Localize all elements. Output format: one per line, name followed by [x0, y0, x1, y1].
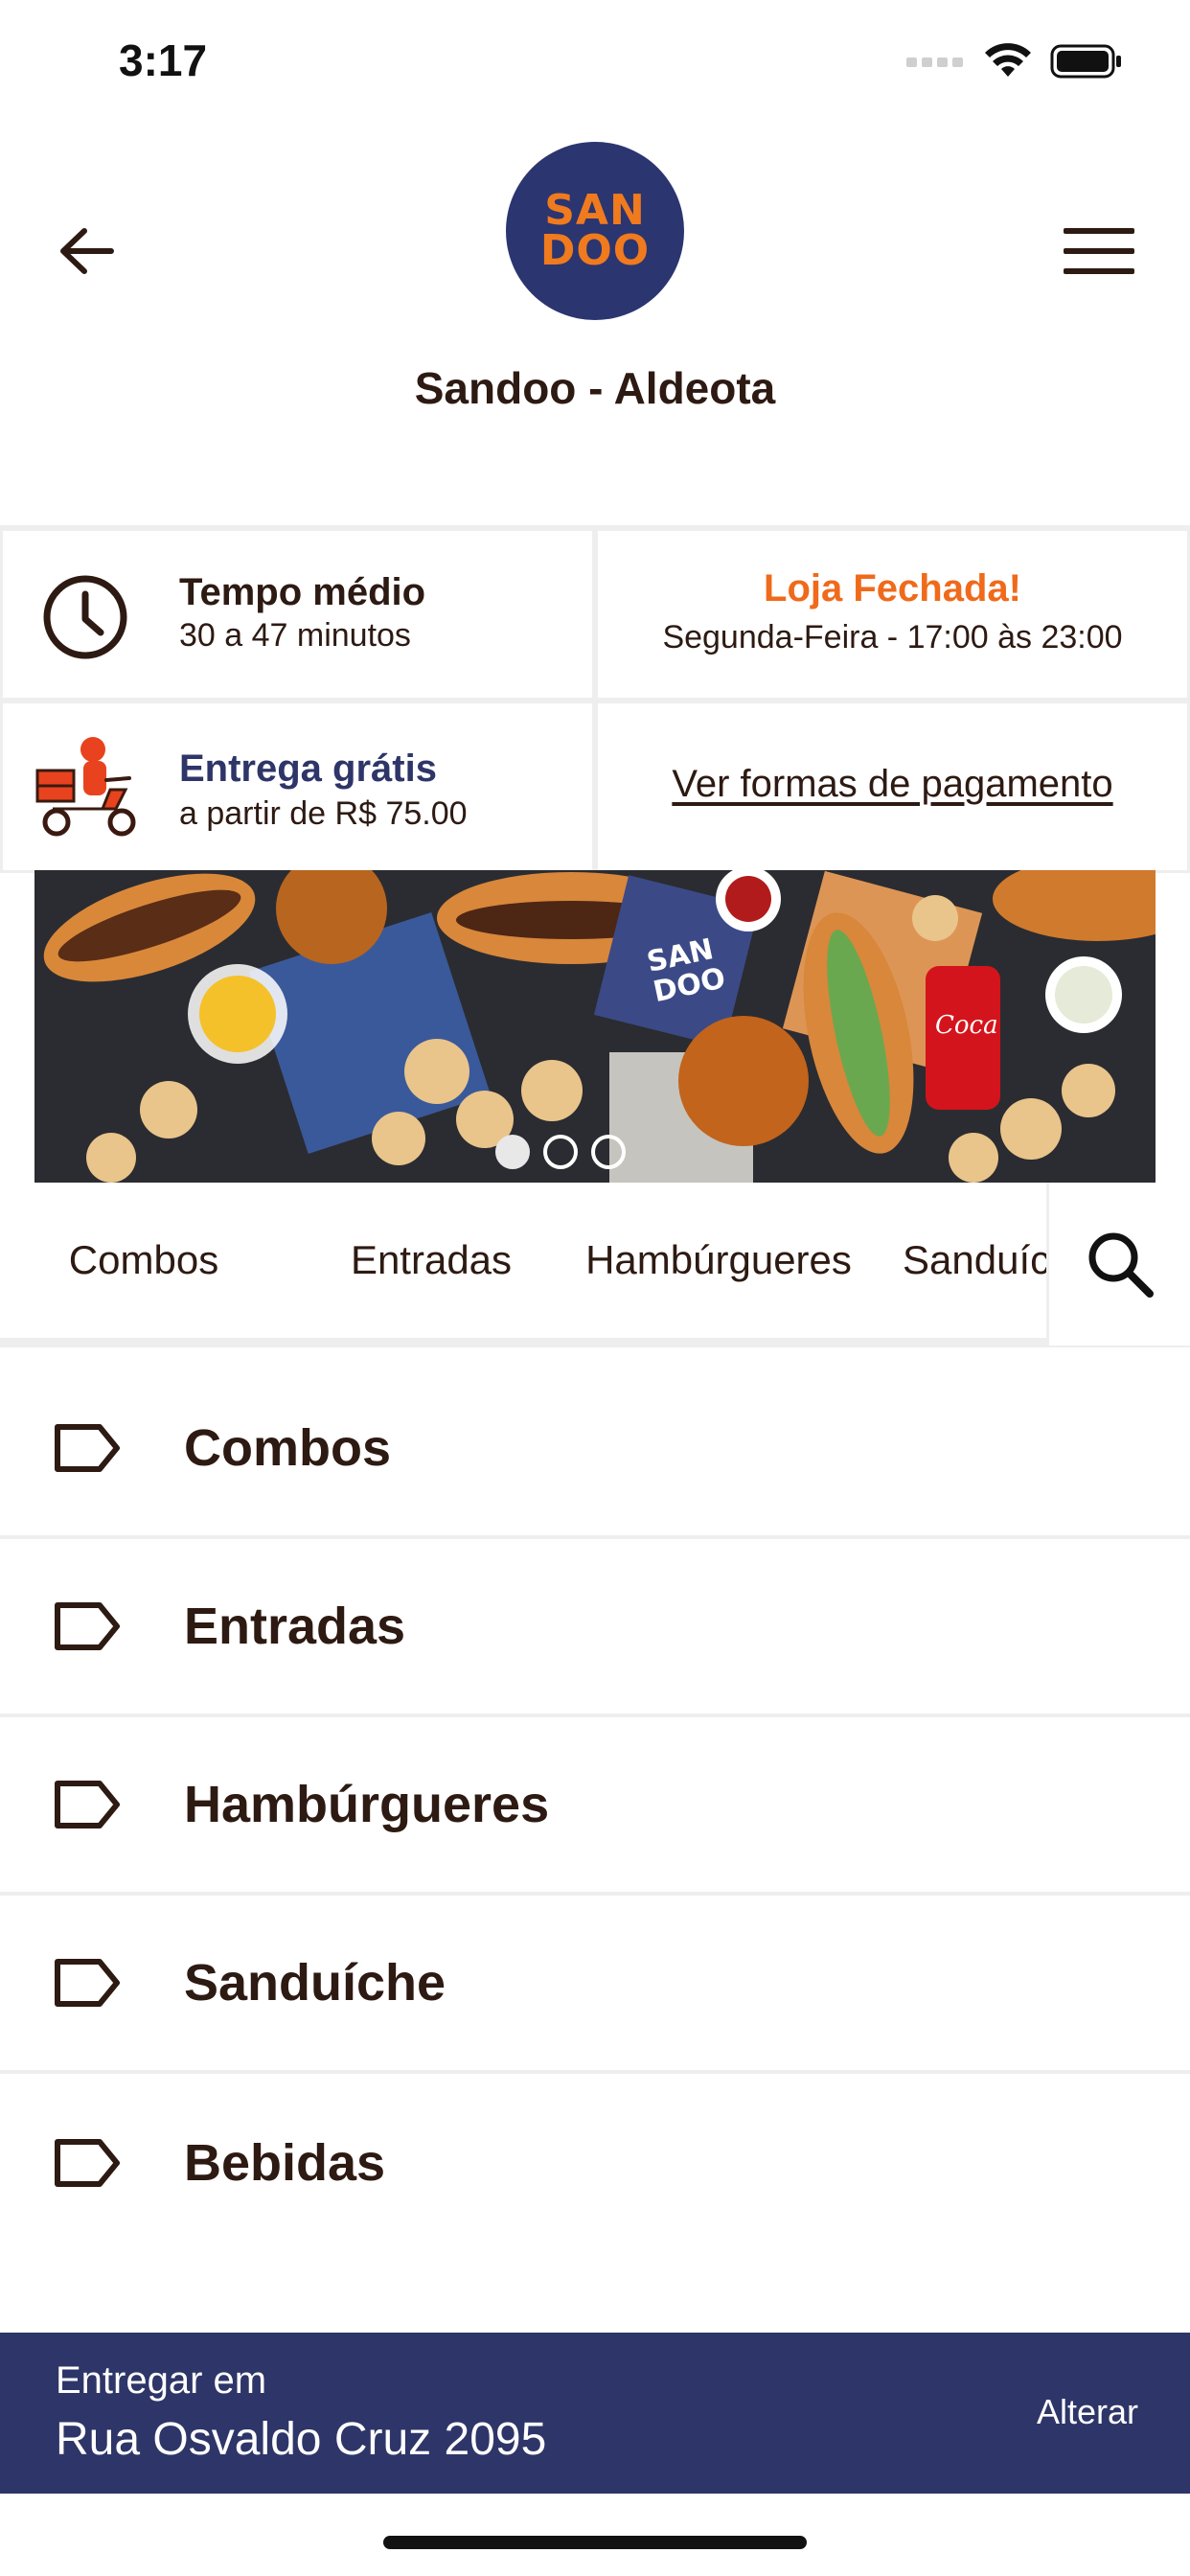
delivery-scooter-icon: [35, 737, 136, 837]
store-info-grid: Tempo médio 30 a 47 minutos Loja Fechada…: [0, 525, 1190, 873]
carousel-dot-1[interactable]: [495, 1135, 530, 1169]
delivery-minimum: a partir de R$ 75.00: [179, 795, 468, 832]
tab-sanduiche[interactable]: Sanduíche: [881, 1183, 1046, 1338]
logo-text-top: SAN: [544, 186, 646, 235]
wifi-icon: [985, 43, 1031, 77]
tab-hamburgueres[interactable]: Hambúrgueres: [575, 1183, 862, 1338]
carousel-dot-3[interactable]: [591, 1135, 626, 1169]
delivery-title: Entrega grátis: [179, 748, 437, 790]
battery-icon: [1050, 44, 1121, 79]
hamburger-menu-icon: [1064, 228, 1134, 274]
carousel-dot-2[interactable]: [543, 1135, 578, 1169]
avg-time-value: 30 a 47 minutos: [179, 617, 411, 654]
category-label: Entradas: [184, 1598, 406, 1655]
category-label: Bebidas: [184, 2134, 386, 2192]
carousel-dots: [0, 1135, 1156, 1169]
tab-combos[interactable]: Combos: [19, 1183, 268, 1338]
payment-methods-link[interactable]: Ver formas de pagamento: [598, 763, 1187, 806]
clock-icon: [43, 575, 127, 659]
category-item-combos[interactable]: Combos: [0, 1361, 1190, 1539]
menu-button[interactable]: [1056, 213, 1142, 289]
delivery-address: Rua Osvaldo Cruz 2095: [56, 2414, 547, 2465]
status-icons: [906, 42, 1123, 80]
store-logo: SAN DOO: [506, 142, 684, 320]
store-hours: Segunda-Feira - 17:00 às 23:00: [662, 619, 1123, 656]
tag-icon: [55, 2139, 120, 2187]
category-item-bebidas[interactable]: Bebidas: [0, 2074, 1190, 2252]
category-label: Sanduíche: [184, 1954, 446, 2012]
category-item-sanduiche[interactable]: Sanduíche: [0, 1896, 1190, 2074]
category-tabs: Combos Entradas Hambúrgueres Sanduíche: [0, 1183, 1190, 1347]
category-item-entradas[interactable]: Entradas: [0, 1539, 1190, 1717]
search-button[interactable]: [1046, 1183, 1190, 1346]
tab-entradas[interactable]: Entradas: [307, 1183, 556, 1338]
signal-icon: [906, 58, 963, 67]
category-label: Combos: [184, 1419, 391, 1477]
store-name: Sandoo - Aldeota: [414, 363, 776, 413]
delivery-cell: Entrega grátis a partir de R$ 75.00: [0, 701, 595, 873]
logo-text-bottom: DOO: [539, 226, 651, 275]
category-label: Hambúrgueres: [184, 1776, 550, 1833]
category-item-hamburgueres[interactable]: Hambúrgueres: [0, 1717, 1190, 1896]
arrow-left-icon: [60, 228, 114, 274]
avg-time-cell: Tempo médio 30 a 47 minutos: [0, 528, 595, 701]
tag-icon: [55, 1781, 120, 1828]
avg-time-title: Tempo médio: [179, 571, 426, 613]
tag-icon: [55, 1602, 120, 1650]
change-address-button[interactable]: Alterar: [1037, 2392, 1138, 2432]
back-button[interactable]: [48, 213, 125, 289]
tag-icon: [55, 1424, 120, 1472]
status-time: 3:17: [119, 35, 208, 85]
svg-text:Coca: Coca: [935, 1011, 998, 1040]
store-status-cell: Loja Fechada! Segunda-Feira - 17:00 às 2…: [595, 528, 1190, 701]
search-icon: [1088, 1232, 1154, 1298]
store-status: Loja Fechada!: [764, 567, 1021, 610]
payment-cell[interactable]: Ver formas de pagamento: [595, 701, 1190, 873]
deliver-to-label: Entregar em: [56, 2359, 267, 2402]
home-indicator[interactable]: [383, 2536, 807, 2549]
tag-icon: [55, 1959, 120, 2007]
